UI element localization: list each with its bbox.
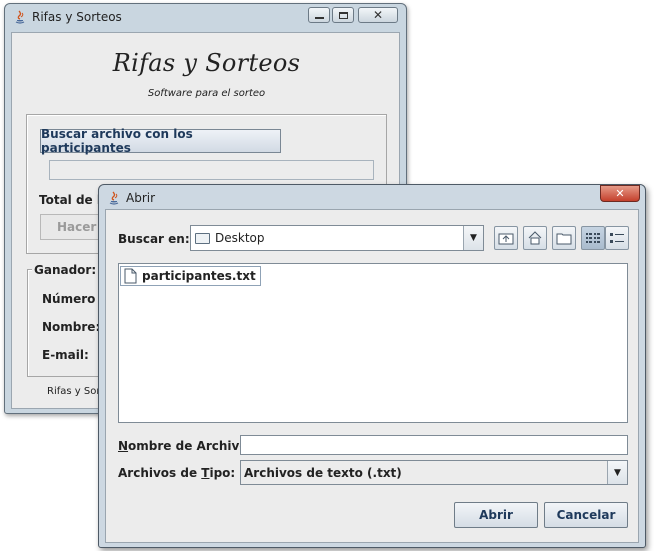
- open-dialog: Abrir ✕ Buscar en: Desktop ▼ participant…: [98, 184, 646, 548]
- browse-participants-button[interactable]: Buscar archivo con los participantes: [40, 127, 281, 155]
- chevron-down-icon[interactable]: ▼: [463, 226, 483, 250]
- dialog-title: Abrir: [126, 191, 156, 205]
- cancel-button[interactable]: Cancelar: [544, 502, 628, 528]
- new-folder-button[interactable]: [552, 226, 576, 250]
- java-icon: [107, 190, 121, 206]
- filename-input[interactable]: [240, 435, 628, 455]
- home-icon: [528, 231, 542, 245]
- winner-group-title: Ganador:: [32, 263, 99, 277]
- filename-label: Nombre de Archivo:: [118, 439, 253, 453]
- close-icon: ✕: [615, 187, 625, 200]
- close-button[interactable]: ✕: [358, 7, 398, 23]
- details-view-icon: [610, 233, 624, 243]
- footer-text: Rifas y Sort: [47, 386, 105, 397]
- main-window-title: Rifas y Sorteos: [32, 10, 122, 24]
- filetype-label: Archivos de Tipo:: [118, 466, 236, 480]
- list-view-icon: [586, 233, 600, 243]
- app-subtitle: Software para el sorteo: [147, 88, 266, 99]
- dialog-close-button[interactable]: ✕: [600, 185, 640, 202]
- open-button[interactable]: Abrir: [454, 502, 538, 528]
- file-icon: [124, 268, 137, 284]
- dialog-titlebar[interactable]: Abrir ✕: [99, 185, 645, 209]
- maximize-button[interactable]: [332, 7, 354, 23]
- app-heading: Rifas y Sorteos: [112, 49, 301, 77]
- new-folder-icon: [556, 233, 572, 245]
- email-label: E-mail:: [42, 348, 89, 362]
- filetype-value: Archivos de texto (.txt): [244, 465, 402, 480]
- filetype-combo[interactable]: Archivos de texto (.txt) ▼: [240, 460, 628, 485]
- java-icon: [13, 9, 27, 25]
- file-item-name: participantes.txt: [142, 269, 256, 283]
- minimize-button[interactable]: [308, 7, 330, 23]
- chevron-down-icon[interactable]: ▼: [607, 461, 627, 484]
- maximize-icon: [338, 11, 348, 19]
- close-icon: ✕: [372, 8, 384, 22]
- progress-bar: [49, 160, 374, 180]
- dialog-client-area: Buscar en: Desktop ▼ participantes.txt N…: [105, 209, 639, 543]
- look-in-label: Buscar en:: [118, 232, 190, 246]
- file-list[interactable]: participantes.txt: [118, 263, 628, 423]
- list-view-button[interactable]: [581, 226, 605, 250]
- details-view-button[interactable]: [605, 226, 629, 250]
- look-in-value: Desktop: [215, 231, 265, 245]
- file-item[interactable]: participantes.txt: [120, 266, 261, 286]
- up-folder-button[interactable]: [494, 226, 518, 250]
- minimize-icon: [314, 16, 324, 19]
- look-in-combo[interactable]: Desktop ▼: [190, 225, 484, 251]
- folder-icon: [195, 232, 210, 244]
- main-titlebar[interactable]: Rifas y Sorteos ✕: [5, 4, 406, 30]
- up-folder-icon: [498, 233, 514, 245]
- home-button[interactable]: [523, 226, 547, 250]
- name-label: Nombre:: [42, 320, 101, 334]
